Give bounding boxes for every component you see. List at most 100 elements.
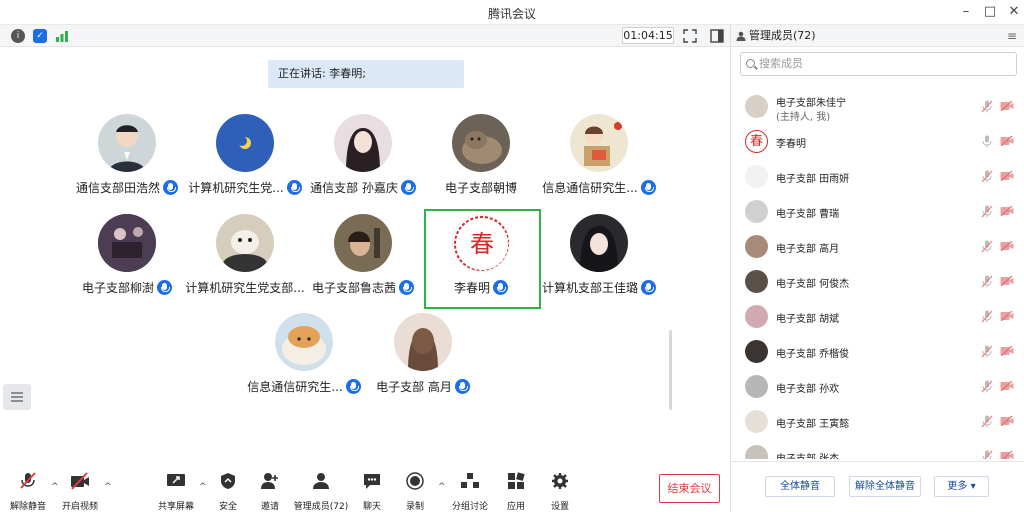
meeting-timer: 01:04:15: [622, 27, 674, 44]
member-name: 电子支部 孙欢: [776, 384, 840, 395]
camera-off-icon[interactable]: [1000, 381, 1014, 391]
mic-muted-icon[interactable]: [981, 310, 993, 323]
microphone-icon[interactable]: [981, 135, 993, 148]
shield-icon: [221, 473, 235, 489]
avatar: [745, 95, 768, 118]
microphone-icon: [641, 279, 656, 295]
close-button[interactable]: ✕: [1004, 3, 1024, 21]
chat-icon: [364, 474, 380, 489]
minimize-button[interactable]: –: [956, 3, 976, 21]
mic-muted-icon[interactable]: [981, 275, 993, 288]
mic-muted-icon: [20, 472, 36, 489]
member-name: 电子支部 何俊杰: [776, 279, 850, 290]
member-row[interactable]: 电子支部 胡斌: [731, 300, 1024, 335]
grid-scrollbar[interactable]: [669, 330, 672, 410]
maximize-button[interactable]: □: [980, 3, 1000, 21]
start-video-button[interactable]: 开启视频: [48, 472, 112, 512]
unmute-all-button[interactable]: 解除全体静音: [849, 476, 921, 497]
member-panel-title: 管理成员(72): [749, 29, 816, 42]
avatar: [275, 313, 333, 371]
member-row[interactable]: 电子支部 田雨妍: [731, 160, 1024, 195]
participant-name: 电子支部朝博: [444, 180, 517, 195]
member-row[interactable]: 电子支部 何俊杰: [731, 265, 1024, 300]
participant-tile[interactable]: 计算机支部王佳璐: [540, 214, 658, 310]
camera-off-icon[interactable]: [1000, 171, 1014, 181]
camera-off-icon[interactable]: [1000, 346, 1014, 356]
avatar: [745, 445, 768, 459]
signal-icon[interactable]: [55, 29, 69, 43]
member-list[interactable]: 电子支部朱佳宁 (主持人, 我) 春李春明 电子支部 田雨妍电子支部 曹瑞 电子支部 高…: [731, 90, 1024, 459]
participant-name: 计算机支部王佳璐: [541, 280, 638, 295]
microphone-icon: [640, 179, 656, 195]
participant-name: 信息通信研究生...: [247, 379, 343, 394]
avatar: 春: [452, 214, 510, 272]
member-panel: 管理成员(72) ≡ 搜索成员 电子支部朱佳宁 (主持人, 我) 春李春明 电子支部 …: [730, 25, 1024, 512]
member-row[interactable]: 电子支部朱佳宁 (主持人, 我): [731, 90, 1024, 125]
avatar: [98, 214, 156, 272]
avatar: [334, 114, 392, 172]
mic-muted-icon[interactable]: [981, 345, 993, 358]
mic-muted-icon[interactable]: [981, 240, 993, 253]
participant-name: 电子支部鲁志茜: [311, 280, 396, 295]
gear-icon: [552, 473, 568, 489]
microphone-icon: [454, 378, 470, 394]
mic-muted-icon[interactable]: [981, 450, 993, 459]
chevron-up-icon[interactable]: ^: [104, 482, 112, 492]
avatar: [745, 305, 768, 328]
mic-muted-icon[interactable]: [981, 100, 993, 113]
member-row[interactable]: 电子支部 曹瑞: [731, 195, 1024, 230]
member-name: 电子支部 张杰: [776, 450, 839, 459]
menu-icon[interactable]: ≡: [1007, 29, 1019, 43]
camera-off-icon[interactable]: [1000, 101, 1014, 111]
info-icon[interactable]: i: [11, 29, 25, 43]
avatar: [216, 214, 274, 272]
search-placeholder: 搜索成员: [759, 57, 803, 70]
camera-off-icon[interactable]: [1000, 276, 1014, 286]
member-row[interactable]: 电子支部 乔楷俊: [731, 335, 1024, 370]
member-name: 电子支部 曹瑞: [776, 209, 840, 220]
participant-tile[interactable]: 电子支部 高月: [364, 313, 482, 409]
list-toggle-icon[interactable]: [3, 384, 31, 410]
avatar: [745, 410, 768, 433]
camera-off-icon[interactable]: [1000, 206, 1014, 216]
layout-toggle-icon[interactable]: [709, 28, 725, 44]
member-row[interactable]: 电子支部 张杰: [731, 440, 1024, 459]
camera-off-icon[interactable]: [1000, 416, 1014, 426]
share-screen-icon: [167, 474, 185, 486]
participant-tile[interactable]: 信息通信研究生...: [540, 114, 658, 210]
member-search-input[interactable]: 搜索成员: [740, 52, 1017, 76]
end-meeting-button[interactable]: 结束会议: [659, 474, 720, 503]
avatar: [216, 114, 274, 172]
fullscreen-icon[interactable]: [682, 28, 698, 44]
participant-name: 李春明: [453, 280, 490, 295]
avatar: [98, 114, 156, 172]
avatar: [394, 313, 452, 371]
camera-off-icon[interactable]: [1000, 241, 1014, 251]
camera-off-icon[interactable]: [1000, 311, 1014, 321]
avatar: [452, 114, 510, 172]
settings-button[interactable]: 设置: [528, 472, 592, 512]
member-row[interactable]: 电子支部 孙欢: [731, 370, 1024, 405]
avatar: [334, 214, 392, 272]
camera-off-icon[interactable]: [1000, 136, 1014, 146]
member-name: 电子支部 乔楷俊: [776, 349, 850, 360]
shield-icon[interactable]: ✓: [33, 29, 47, 43]
breakout-icon: [461, 473, 479, 488]
more-button[interactable]: 更多 ▾: [934, 476, 989, 497]
member-row[interactable]: 春李春明: [731, 125, 1024, 160]
mic-muted-icon[interactable]: [981, 415, 993, 428]
member-name: 电子支部朱佳宁: [776, 98, 846, 109]
member-row[interactable]: 电子支部 高月: [731, 230, 1024, 265]
participant-name: 计算机研究生党...: [188, 180, 284, 195]
title-bar: 腾讯会议 – □ ✕: [0, 0, 1024, 25]
camera-off-icon[interactable]: [1000, 451, 1014, 459]
mic-muted-icon[interactable]: [981, 170, 993, 183]
member-name: 李春明: [776, 139, 806, 150]
mic-muted-icon[interactable]: [981, 205, 993, 218]
member-row[interactable]: 电子支部 王寅懿: [731, 405, 1024, 440]
camera-off-icon: [71, 472, 89, 490]
member-panel-header: 管理成员(72) ≡: [731, 25, 1024, 47]
mute-all-button[interactable]: 全体静音: [765, 476, 835, 497]
mic-muted-icon[interactable]: [981, 380, 993, 393]
member-name: 电子支部 高月: [776, 244, 840, 255]
